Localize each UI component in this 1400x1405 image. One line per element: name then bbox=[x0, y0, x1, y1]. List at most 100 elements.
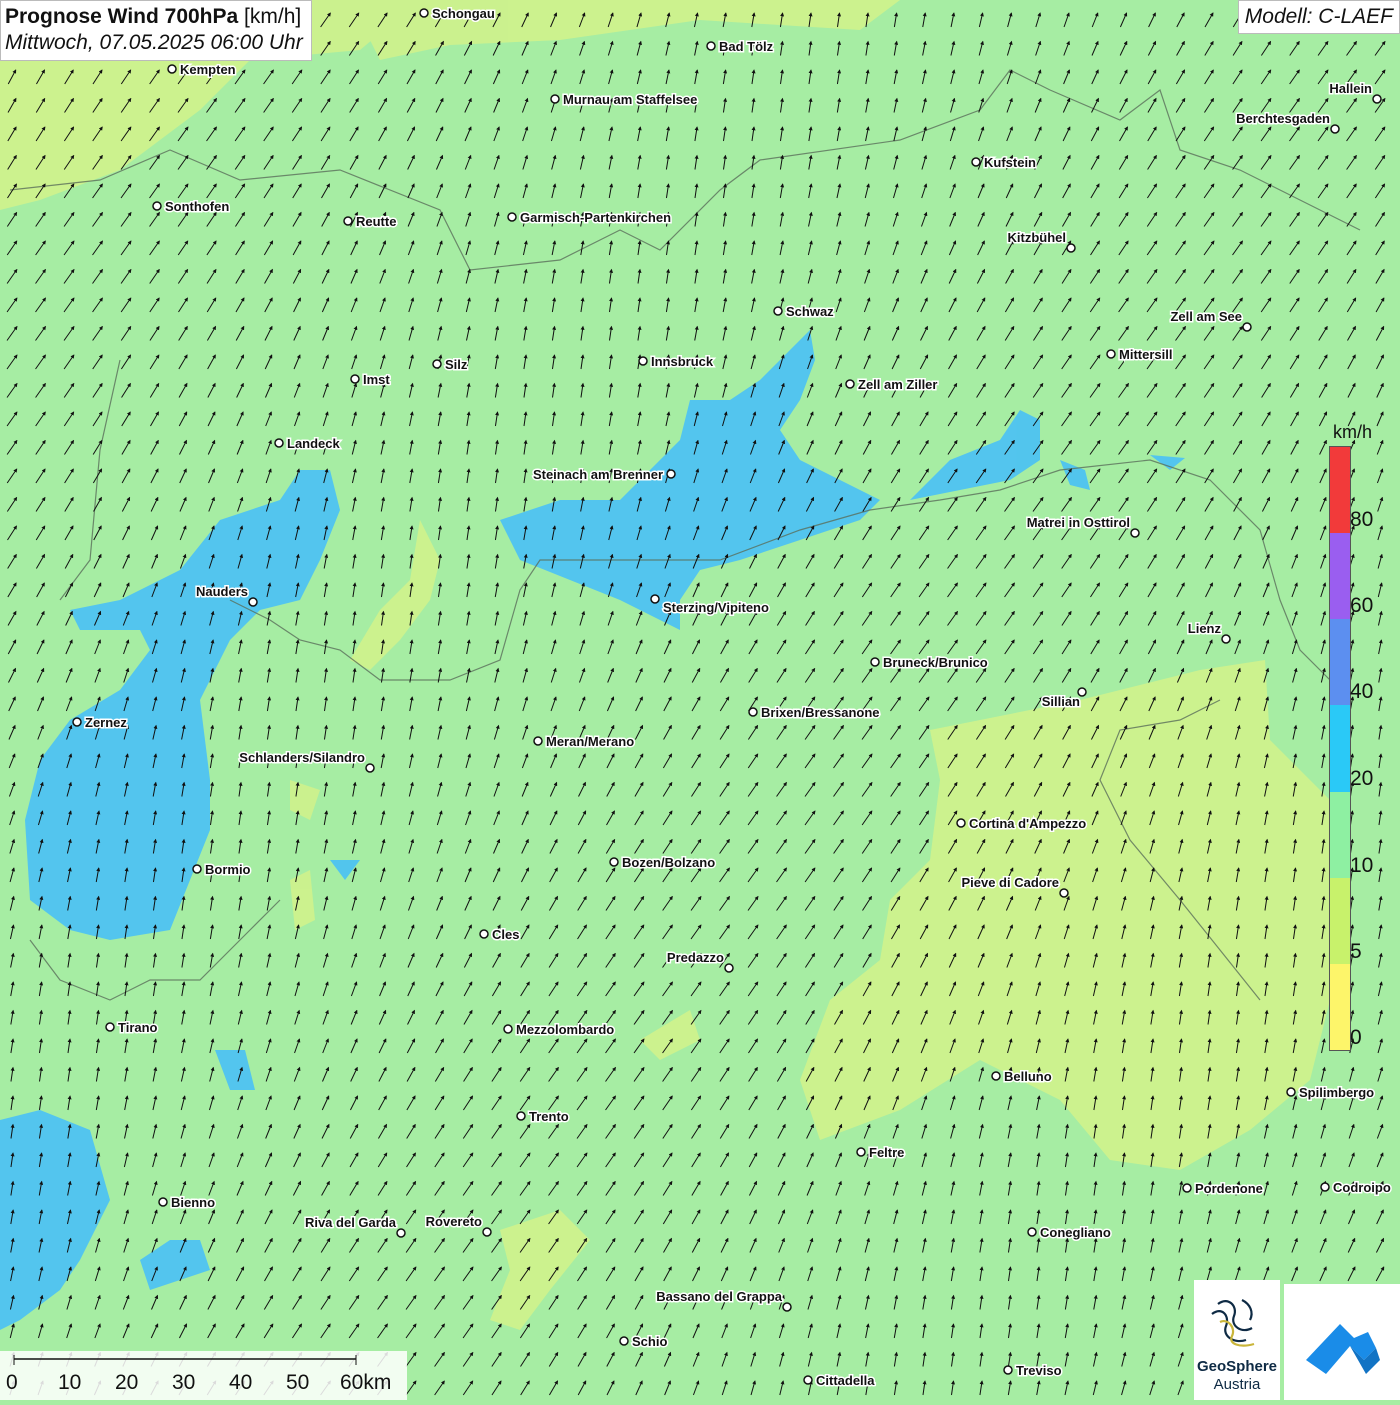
city-dot bbox=[1059, 888, 1069, 898]
scale-label: 20 bbox=[115, 1371, 139, 1394]
city-label: Meran/Merano bbox=[546, 734, 634, 749]
scale-label: 0 bbox=[6, 1371, 18, 1394]
legend-color-segment bbox=[1330, 619, 1350, 706]
legend-label: 0 bbox=[1350, 1026, 1362, 1049]
city-label: Schlanders/Silandro bbox=[239, 750, 365, 765]
city-label: Bienno bbox=[171, 1195, 215, 1210]
legend-color-segment bbox=[1330, 447, 1350, 534]
city-label: Murnau am Staffelsee bbox=[563, 92, 697, 107]
legend-label: 10 bbox=[1350, 854, 1374, 877]
city-dot bbox=[105, 1022, 115, 1032]
city-dot bbox=[845, 379, 855, 389]
city-label: Spilimbergo bbox=[1299, 1085, 1374, 1100]
city-label: Schio bbox=[632, 1334, 667, 1349]
city-dot bbox=[343, 216, 353, 226]
city-dot bbox=[72, 717, 82, 727]
city-dot bbox=[1320, 1182, 1330, 1192]
city-dot bbox=[192, 864, 202, 874]
city-label: Sillian bbox=[1042, 694, 1080, 709]
app-logo-icon bbox=[1306, 1324, 1380, 1374]
city-label: Rovereto bbox=[426, 1214, 482, 1229]
city-label: Innsbruck bbox=[651, 354, 714, 369]
city-label: Sonthofen bbox=[165, 199, 229, 214]
legend-label: 60 bbox=[1350, 594, 1374, 617]
city-label: Kempten bbox=[180, 62, 236, 77]
city-dot bbox=[803, 1375, 813, 1385]
city-marker: Spilimbergo bbox=[1286, 1084, 1376, 1102]
city-label: Kitzbühel bbox=[1008, 230, 1067, 245]
legend-color-segment bbox=[1330, 877, 1350, 964]
legend-unit: km/h bbox=[1333, 422, 1373, 442]
city-marker: Zell am Ziller bbox=[845, 376, 939, 394]
city-dot bbox=[666, 469, 676, 479]
city-label: Reutte bbox=[356, 214, 396, 229]
city-dot bbox=[1066, 243, 1076, 253]
city-dot bbox=[1372, 94, 1382, 104]
city-label: Conegliano bbox=[1040, 1225, 1111, 1240]
city-label: Hallein bbox=[1329, 81, 1372, 96]
city-dot bbox=[479, 929, 489, 939]
city-dot bbox=[991, 1071, 1001, 1081]
city-dot bbox=[1106, 349, 1116, 359]
city-dot bbox=[167, 64, 177, 74]
legend-label: 40 bbox=[1350, 680, 1374, 703]
scale-label: 60km bbox=[340, 1371, 392, 1394]
city-label: Bad Tölz bbox=[719, 39, 774, 54]
city-dot bbox=[1003, 1365, 1013, 1375]
city-dot bbox=[1286, 1087, 1296, 1097]
city-marker: Meran/Merano bbox=[533, 733, 636, 751]
map-datetime: Mittwoch, 07.05.2025 06:00 Uhr bbox=[5, 31, 303, 54]
city-dot bbox=[773, 306, 783, 316]
city-label: Schongau bbox=[432, 6, 495, 21]
city-marker: Bruneck/Brunico bbox=[870, 654, 989, 672]
city-dot bbox=[274, 438, 284, 448]
city-label: Pieve di Cadore bbox=[961, 875, 1059, 890]
city-label: Sterzing/Vipiteno bbox=[663, 600, 769, 615]
city-marker: Pordenone bbox=[1182, 1180, 1264, 1198]
city-marker: Cortina d'Ampezzo bbox=[956, 815, 1088, 833]
city-dot bbox=[432, 359, 442, 369]
city-label: Riva del Garda bbox=[305, 1215, 397, 1230]
scale-label: 40 bbox=[229, 1371, 253, 1394]
city-dot bbox=[507, 212, 517, 222]
legend-label: 20 bbox=[1350, 767, 1374, 790]
city-dot bbox=[870, 657, 880, 667]
city-marker: Bozen/Bolzano bbox=[609, 854, 717, 872]
city-label: Silz bbox=[445, 357, 468, 372]
city-marker: Mezzolombardo bbox=[503, 1021, 616, 1039]
city-label: Pordenone bbox=[1195, 1181, 1263, 1196]
city-dot bbox=[724, 963, 734, 973]
city-marker: Innsbruck bbox=[638, 353, 715, 371]
city-label: Treviso bbox=[1016, 1363, 1062, 1378]
city-marker: Sonthofen bbox=[152, 198, 231, 216]
geosphere-logo-icon bbox=[1211, 1299, 1255, 1347]
city-dot bbox=[365, 763, 375, 773]
city-dot bbox=[152, 201, 162, 211]
city-label: Bassano del Grappa bbox=[656, 1289, 782, 1304]
city-label: Predazzo bbox=[667, 950, 724, 965]
map-title: Prognose Wind 700hPa [km/h] bbox=[5, 5, 302, 28]
legend-color-segment bbox=[1330, 791, 1350, 878]
city-label: Matrei in Osttirol bbox=[1027, 515, 1130, 530]
city-label: Cles bbox=[492, 927, 519, 942]
city-label: Zell am See bbox=[1170, 309, 1242, 324]
city-label: Landeck bbox=[287, 436, 341, 451]
city-label: Zell am Ziller bbox=[858, 377, 937, 392]
city-dot bbox=[619, 1336, 629, 1346]
city-label: Nauders bbox=[196, 584, 248, 599]
wetter-app-logo bbox=[1284, 1284, 1400, 1400]
city-dot bbox=[1221, 634, 1231, 644]
city-dot bbox=[396, 1228, 406, 1238]
city-marker: Garmisch-Partenkirchen bbox=[507, 209, 673, 227]
city-dot bbox=[1130, 528, 1140, 538]
wind-map: Schongau Bad Tölz Kempten Murnau am Staffel… bbox=[0, 0, 1400, 1400]
city-label: Trento bbox=[529, 1109, 569, 1124]
legend-colorbar bbox=[1329, 446, 1351, 1051]
city-label: Imst bbox=[363, 372, 390, 387]
city-dot bbox=[638, 356, 648, 366]
city-label: Zernez bbox=[85, 715, 127, 730]
scale-label: 50 bbox=[286, 1371, 310, 1394]
city-dot bbox=[706, 41, 716, 51]
city-marker: Murnau am Staffelsee bbox=[550, 91, 699, 109]
legend-color-segment bbox=[1330, 963, 1350, 1050]
